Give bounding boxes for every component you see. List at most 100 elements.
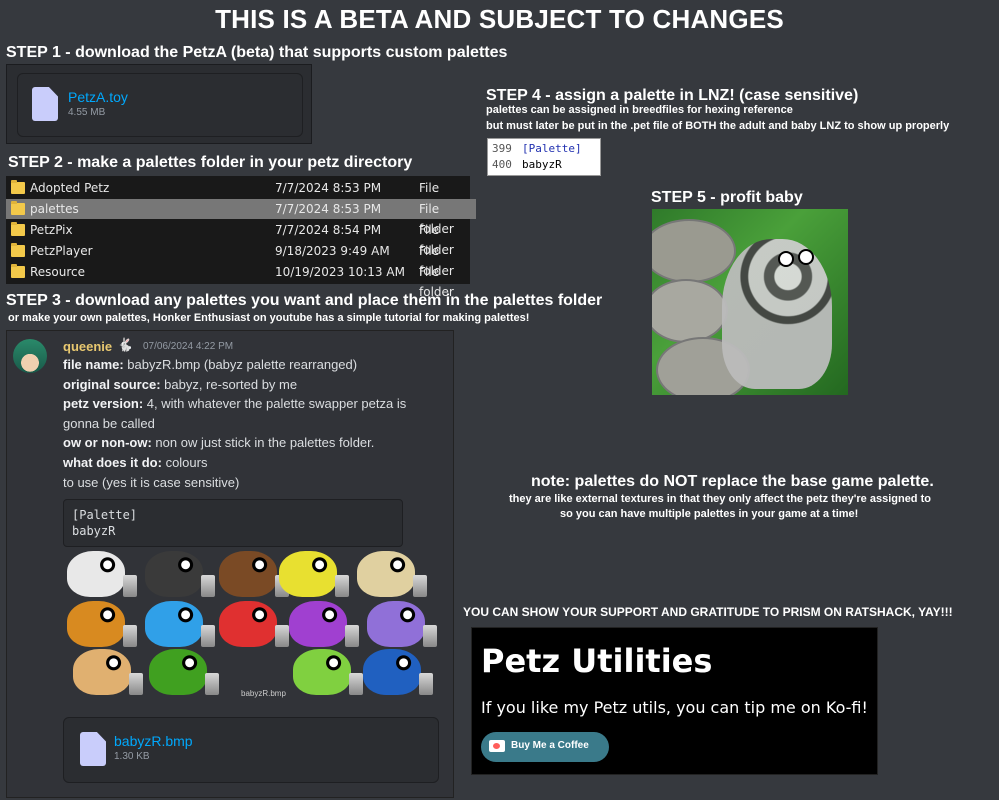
folder-icon [11,201,25,215]
file-icon [80,732,106,766]
paint-jar-icon [201,575,215,597]
paint-jar-icon [123,625,137,647]
puppy-sprite [145,601,203,647]
folder-row-petzplayer[interactable]: PetzPlayer 9/18/2023 9:49 AM File folder [6,241,476,278]
paint-jar-icon [423,625,437,647]
attachment-name[interactable]: babyzR.bmp [114,733,193,749]
field-value: to use (yes it is case sensitive) [63,474,240,490]
lnz-code-snippet: 399 [Palette] 400 babyzR [487,138,601,176]
field-value: babyzR.bmp (babyz palette rearranged) [123,357,358,372]
puppy-sprite [219,551,277,597]
code-line-2: babyzR [72,524,116,538]
dog-sprite [722,239,832,389]
support-text: YOU CAN SHOW YOUR SUPPORT AND GRATITUDE … [463,605,953,619]
rabbit-badge-icon: 🐇 [117,337,134,352]
folder-row-resource[interactable]: Resource 10/19/2023 10:13 AM File folder [6,262,476,299]
field-value: babyz, re-sorted by me [160,376,298,392]
folder-name: Resource [30,265,86,279]
heart-icon [493,743,500,749]
code-text: [Palette] [522,142,582,155]
paint-jar-icon [201,625,215,647]
field-label: original source: [63,376,161,392]
message-line: file name: babyzR.bmp (babyz palette rea… [63,357,357,372]
step5-heading: STEP 5 - profit baby [651,189,803,206]
step1-panel: PetzA.toy 4.55 MB [6,64,312,144]
field-label: ow or non-ow: [63,435,152,451]
folder-icon [11,243,25,257]
folder-date: 7/7/2024 8:54 PM [275,223,382,237]
puppy-sprite [279,551,337,597]
message-line: what does it do: colours [63,455,207,470]
kofi-panel: Petz Utilities If you like my Petz utils… [471,627,878,775]
attachment-name[interactable]: PetzA.toy [68,89,128,105]
folder-date: 7/7/2024 8:53 PM [275,202,382,216]
step3-heading: STEP 3 - download any palettes you want … [6,292,603,309]
code-text: babyzR [522,158,562,171]
line-number: 400 [492,158,512,171]
coffee-cup-icon [489,740,505,752]
puppy-sprite [73,649,131,695]
attachment-size: 1.30 KB [114,751,150,762]
field-value: colours [161,455,208,470]
puppy-sprite [67,601,125,647]
code-line-1: [Palette] [72,508,138,522]
step4-line1: palettes can be assigned in breedfiles f… [486,104,793,116]
kofi-body: If you like my Petz utils, you can tip m… [481,698,868,717]
code-block: [Palette] babyzR [63,499,403,547]
folder-name: PetzPlayer [30,244,93,258]
folder-date: 10/19/2023 10:13 AM [275,265,405,279]
page-title: THIS IS A BETA AND SUBJECT TO CHANGES [215,4,784,34]
discord-message: queenie 🐇 07/06/2024 4:22 PM [Palette] b… [6,330,454,798]
image-caption: babyzR.bmp [241,689,286,698]
username[interactable]: queenie [63,339,112,354]
eye-shape [798,249,814,265]
step4-line2: but must later be put in the .pet file o… [486,120,950,132]
message-line: petz version: 4, with whatever the palet… [63,396,406,411]
button-label: Buy Me a Coffee [511,740,589,751]
profit-screenshot [652,209,848,395]
field-label: what does it do: [63,455,162,470]
puppy-sprite [357,551,415,597]
babyzr-attachment[interactable]: babyzR.bmp 1.30 KB [63,717,439,783]
paint-jar-icon [349,673,363,695]
puppy-sprite [367,601,425,647]
paint-jar-icon [205,673,219,695]
rock-shape [652,219,736,283]
folder-row-palettes[interactable]: palettes 7/7/2024 8:53 PM File folder [6,199,476,236]
avatar[interactable] [13,339,47,373]
field-label: file name: [63,357,124,372]
puppy-sprite [363,649,421,695]
buy-me-a-coffee-button[interactable]: Buy Me a Coffee [481,732,609,762]
attachment-size: 4.55 MB [68,107,106,118]
kofi-title: Petz Utilities [481,642,713,680]
paint-jar-icon [275,625,289,647]
folder-name: palettes [30,202,79,216]
line-number: 399 [492,142,512,155]
folder-row-petzpix[interactable]: PetzPix 7/7/2024 8:54 PM File folder [6,220,476,257]
message-line: to use (yes it is case sensitive) [63,475,239,490]
field-value: non ow just stick in the palettes folder… [151,435,375,451]
note-line1: they are like external textures in that … [509,493,931,505]
palette-preview-image[interactable]: babyzR.bmp [63,549,447,703]
field-value: gonna be called [63,415,155,431]
eye-shape [778,251,794,267]
puppy-sprite [145,551,203,597]
paint-jar-icon [419,673,433,695]
folder-icon [11,180,25,194]
petza-attachment[interactable]: PetzA.toy 4.55 MB [17,73,303,137]
puppy-sprite [289,601,347,647]
paint-jar-icon [335,575,349,597]
message-line: ow or non-ow: non ow just stick in the p… [63,435,374,450]
message-line: original source: babyz, re-sorted by me [63,377,297,392]
puppy-sprite [149,649,207,695]
step2-heading: STEP 2 - make a palettes folder in your … [8,154,413,171]
folder-date: 7/7/2024 8:53 PM [275,181,382,195]
folder-date: 9/18/2023 9:49 AM [275,244,390,258]
folder-row-adopted-petz[interactable]: Adopted Petz7/7/2024 8:53 PMFile folder [6,178,476,215]
folder-name: PetzPix [30,223,73,237]
folder-name: Adopted Petz [30,181,110,195]
note-heading: note: palettes do NOT replace the base g… [531,473,934,490]
puppy-sprite [67,551,125,597]
rock-shape [652,279,728,343]
file-explorer: Adopted Petz7/7/2024 8:53 PMFile folderp… [6,176,476,299]
